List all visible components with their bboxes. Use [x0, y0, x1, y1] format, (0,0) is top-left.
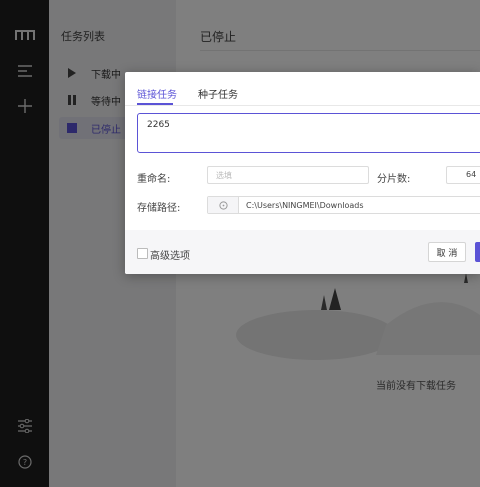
dir-label: 存储路径: — [137, 203, 181, 214]
tab-link-task[interactable]: 链接任务 — [137, 86, 177, 101]
submit-button[interactable] — [475, 242, 480, 262]
split-input[interactable]: 64 — [446, 166, 480, 184]
add-task-dialog: 链接任务 种子任务 2265 重命名: 选填 分片数: 64 存储路径: C:\… — [125, 72, 480, 274]
advanced-options-label[interactable]: 高级选项 — [150, 247, 190, 262]
url-textarea[interactable]: 2265 — [137, 113, 480, 153]
rename-label: 重命名: — [137, 174, 171, 185]
split-label: 分片数: — [377, 174, 411, 185]
dir-input-value: C:\Users\NINGMEI\Downloads — [246, 201, 364, 210]
dialog-footer: 高级选项 取 消 — [125, 230, 480, 274]
advanced-options-checkbox[interactable] — [137, 248, 148, 259]
cancel-button[interactable]: 取 消 — [428, 242, 466, 262]
tabs-divider — [125, 105, 480, 106]
rename-input[interactable]: 选填 — [207, 166, 369, 184]
folder-picker-icon[interactable] — [208, 197, 239, 213]
dir-input[interactable]: C:\Users\NINGMEI\Downloads — [207, 196, 480, 214]
tab-torrent-task[interactable]: 种子任务 — [198, 86, 238, 101]
tab-active-indicator — [137, 103, 173, 105]
